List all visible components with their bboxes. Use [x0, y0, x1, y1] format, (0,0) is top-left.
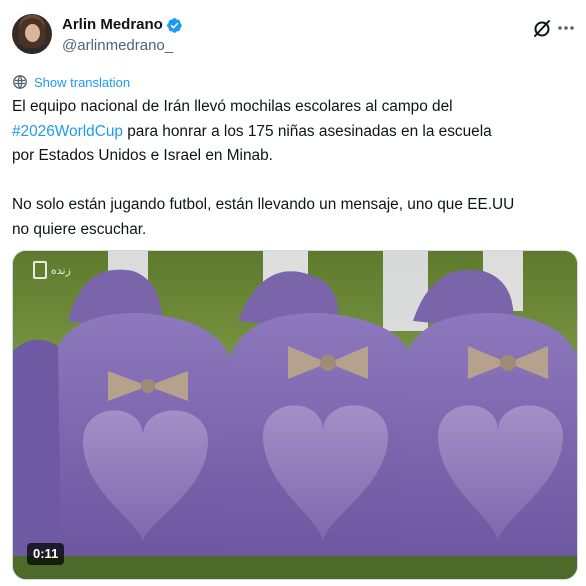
channel-logo-icon: [33, 261, 47, 279]
video-player[interactable]: زنده 0:11: [12, 250, 578, 580]
avatar[interactable]: [12, 14, 52, 54]
tweet-line: #2026WorldCup para honrar a los 175 niña…: [12, 120, 578, 145]
author-handle[interactable]: @arlinmedrano_: [62, 36, 183, 56]
tweet-text-segment: por Estados Unidos e Israel en Minab.: [12, 147, 273, 164]
tweet-header: Arlin Medrano @arlinmedrano_: [12, 14, 574, 58]
author-info: Arlin Medrano @arlinmedrano_: [62, 15, 183, 56]
tweet-text-segment: no quiere escuchar.: [12, 220, 147, 238]
grok-slash-icon[interactable]: [532, 18, 552, 38]
channel-watermark: زنده: [33, 261, 71, 279]
verified-badge-icon: [166, 17, 182, 33]
show-translation-label[interactable]: Show translation: [34, 75, 130, 90]
globe-translate-icon: [13, 75, 27, 89]
tweet-line: no quiere escuchar.: [12, 218, 578, 243]
tweet-text-segment: para honrar a los 175 niñas asesinadas e…: [122, 122, 492, 140]
author-display-name[interactable]: Arlin Medrano: [62, 15, 163, 35]
tweet-text-segment: El equipo nacional de Irán llevó mochila…: [12, 98, 453, 115]
tweet-line: No solo están jugando futbol, están llev…: [12, 193, 578, 218]
show-translation-link[interactable]: Show translation: [12, 72, 130, 92]
tweet-line: por Estados Unidos e Israel en Minab.: [12, 144, 578, 169]
more-horizontal-icon[interactable]: [555, 18, 577, 38]
tweet-text-segment: No solo están jugando futbol, están llev…: [12, 196, 515, 213]
watermark-text: زنده: [51, 263, 71, 277]
video-frame: [13, 251, 577, 579]
hashtag-link[interactable]: #2026WorldCup: [12, 123, 123, 140]
author-name-row[interactable]: Arlin Medrano: [62, 15, 183, 35]
video-duration-badge: 0:11: [27, 543, 65, 565]
tweet-text: El equipo nacional de Irán llevó mochila…: [12, 95, 578, 242]
tweet-line: El equipo nacional de Irán llevó mochila…: [12, 95, 578, 120]
